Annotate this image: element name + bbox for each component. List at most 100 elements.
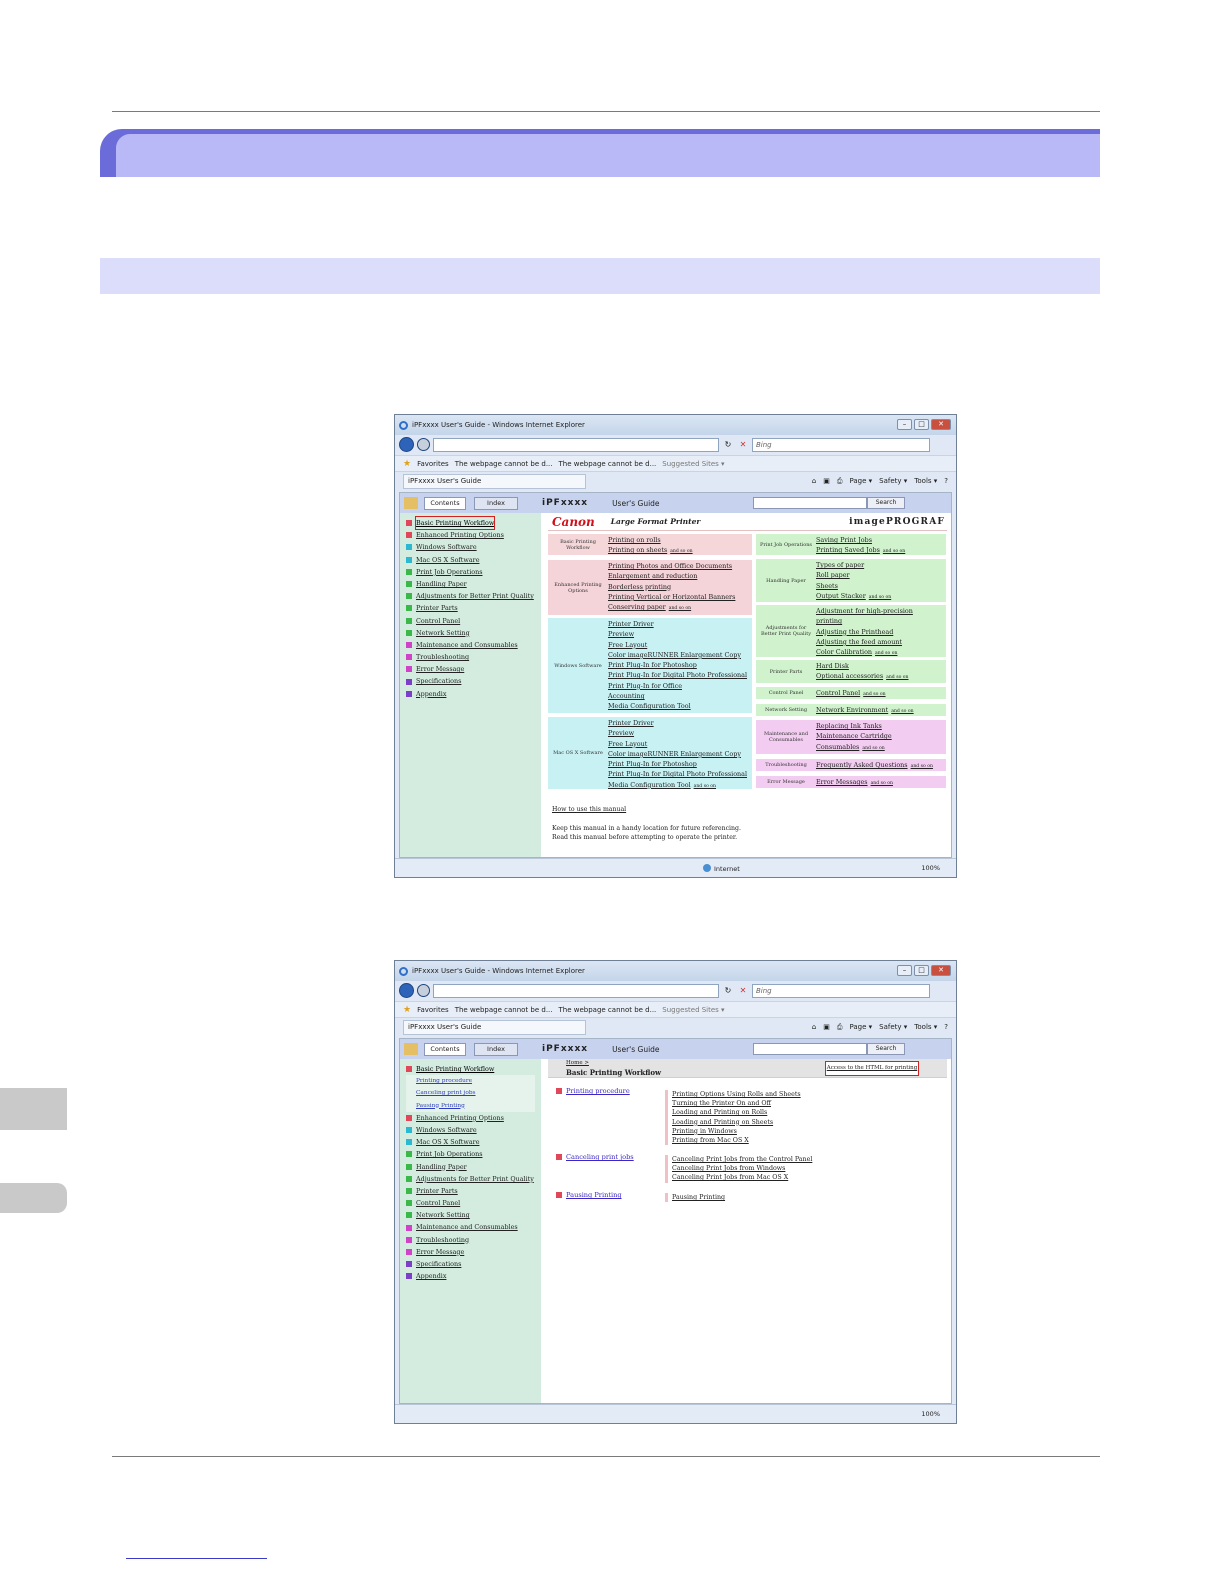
- nav-item[interactable]: Windows Software: [406, 1124, 541, 1136]
- print-icon[interactable]: ⎙: [837, 1023, 843, 1032]
- workflow-sublink[interactable]: Turning the Printer On and Off: [672, 1099, 801, 1108]
- category-link[interactable]: Roll paper: [816, 570, 946, 580]
- nav-sub-item[interactable]: Printing procedure: [406, 1075, 535, 1088]
- workflow-topic-link[interactable]: Canceling print jobs: [556, 1153, 634, 1161]
- nav-item[interactable]: Control Panel: [406, 1197, 541, 1209]
- favorites-star-icon[interactable]: ★: [403, 1005, 411, 1015]
- category-link[interactable]: Maintenance Cartridge: [816, 731, 946, 741]
- nav-item[interactable]: Enhanced Printing Options: [406, 1112, 541, 1124]
- nav-sub-item[interactable]: Canceling print jobs: [406, 1087, 535, 1100]
- tab-contents[interactable]: Contents: [424, 1042, 466, 1056]
- feeds-icon[interactable]: ▣: [823, 477, 830, 486]
- back-button[interactable]: [399, 983, 414, 998]
- guide-search-input[interactable]: [753, 497, 867, 509]
- stop-icon[interactable]: ✕: [737, 438, 749, 452]
- category-link[interactable]: Printing Photos and Office Documents: [608, 561, 752, 571]
- home-icon[interactable]: ⌂: [812, 477, 816, 486]
- suggested-sites[interactable]: Suggested Sites ▾: [662, 1006, 724, 1014]
- address-bar[interactable]: [433, 983, 719, 998]
- category-link[interactable]: Print Plug-In for Photoshop: [608, 759, 752, 769]
- favorite-link-1[interactable]: The webpage cannot be d...: [455, 1006, 553, 1014]
- category-link[interactable]: Printer Driver: [608, 718, 752, 728]
- category-link[interactable]: Printing on rolls: [608, 535, 752, 545]
- category-link[interactable]: Network Environment and so on: [816, 705, 946, 715]
- workflow-sublink[interactable]: Canceling Print Jobs from Mac OS X: [672, 1173, 812, 1182]
- search-input[interactable]: Bing: [752, 437, 930, 452]
- category-link[interactable]: Printer Driver: [608, 619, 752, 629]
- category-link[interactable]: Free Layout: [608, 739, 752, 749]
- category-link[interactable]: Replacing Ink Tanks: [816, 721, 946, 731]
- category-link[interactable]: Adjusting the Printhead: [816, 627, 946, 637]
- category-link[interactable]: Print Plug-In for Photoshop: [608, 660, 752, 670]
- favorites-star-icon[interactable]: ★: [403, 459, 411, 469]
- guide-search-button[interactable]: Search: [867, 497, 905, 509]
- guide-home-icon[interactable]: [404, 497, 418, 509]
- browser-tab[interactable]: iPFxxxx User's Guide: [403, 473, 586, 489]
- breadcrumb-home[interactable]: Home >: [566, 1060, 589, 1066]
- help-icon[interactable]: ?: [944, 477, 948, 486]
- category-link[interactable]: printing: [816, 616, 946, 626]
- category-link[interactable]: Control Panel and so on: [816, 688, 946, 698]
- category-link[interactable]: Optional accessories and so on: [816, 671, 946, 681]
- favorites-label[interactable]: Favorites: [417, 460, 449, 468]
- favorite-link-1[interactable]: The webpage cannot be d...: [455, 460, 553, 468]
- back-button[interactable]: [399, 437, 414, 452]
- category-link[interactable]: Saving Print Jobs: [816, 535, 946, 545]
- safety-menu[interactable]: Safety ▾: [879, 477, 907, 486]
- category-link[interactable]: Error Messages and so on: [816, 777, 946, 787]
- tab-index[interactable]: Index: [474, 1042, 518, 1056]
- category-link[interactable]: Sheets: [816, 581, 946, 591]
- category-link[interactable]: Conserving paper and so on: [608, 602, 752, 612]
- nav-item[interactable]: Specifications: [406, 675, 541, 687]
- category-link[interactable]: Frequently Asked Questions and so on: [816, 760, 946, 770]
- refresh-icon[interactable]: ↻: [722, 438, 734, 452]
- nav-item[interactable]: Network Setting: [406, 1209, 541, 1221]
- zoom-level[interactable]: 100%: [921, 864, 940, 872]
- favorite-link-2[interactable]: The webpage cannot be d...: [559, 1006, 657, 1014]
- browser-tab[interactable]: iPFxxxx User's Guide: [403, 1019, 586, 1035]
- search-input[interactable]: Bing: [752, 983, 930, 998]
- category-link[interactable]: Printing on sheets and so on: [608, 545, 752, 555]
- nav-item[interactable]: Adjustments for Better Print Quality: [406, 1173, 541, 1185]
- zoom-level[interactable]: 100%: [921, 1410, 940, 1418]
- workflow-topic-link[interactable]: Printing procedure: [556, 1087, 630, 1095]
- page-menu[interactable]: Page ▾: [849, 1023, 872, 1032]
- category-link[interactable]: Free Layout: [608, 640, 752, 650]
- maximize-icon[interactable]: □: [914, 419, 929, 430]
- guide-search-button[interactable]: Search: [867, 1043, 905, 1055]
- category-link[interactable]: Preview: [608, 629, 752, 639]
- minimize-icon[interactable]: –: [897, 419, 912, 430]
- page-menu[interactable]: Page ▾: [849, 477, 872, 486]
- nav-item[interactable]: Print Job Operations: [406, 1148, 541, 1160]
- nav-item[interactable]: Windows Software: [406, 541, 541, 553]
- category-link[interactable]: Print Plug-In for Digital Photo Professi…: [608, 670, 752, 680]
- help-icon[interactable]: ?: [944, 1023, 948, 1032]
- category-link[interactable]: Types of paper: [816, 560, 946, 570]
- nav-item[interactable]: Maintenance and Consumables: [406, 639, 541, 651]
- stop-icon[interactable]: ✕: [737, 984, 749, 998]
- nav-item[interactable]: Specifications: [406, 1258, 541, 1270]
- workflow-sublink[interactable]: Pausing Printing: [672, 1193, 725, 1202]
- category-link[interactable]: Adjusting the feed amount: [816, 637, 946, 647]
- workflow-topic-link[interactable]: Pausing Printing: [556, 1191, 622, 1199]
- workflow-sublink[interactable]: Printing Options Using Rolls and Sheets: [672, 1090, 801, 1099]
- favorites-label[interactable]: Favorites: [417, 1006, 449, 1014]
- category-link[interactable]: Borderless printing: [608, 582, 752, 592]
- category-link[interactable]: Color Calibration and so on: [816, 647, 946, 657]
- tools-menu[interactable]: Tools ▾: [914, 1023, 937, 1032]
- category-link[interactable]: Print Plug-In for Digital Photo Professi…: [608, 769, 752, 779]
- forward-button[interactable]: [417, 984, 430, 997]
- nav-item[interactable]: Mac OS X Software: [406, 554, 541, 566]
- close-icon[interactable]: ✕: [931, 965, 951, 976]
- nav-item[interactable]: Troubleshooting: [406, 1234, 541, 1246]
- nav-item[interactable]: Error Message: [406, 663, 541, 675]
- guide-search-input[interactable]: [753, 1043, 867, 1055]
- category-link[interactable]: Media Configuration Tool and so on: [608, 780, 752, 790]
- nav-item[interactable]: Print Job Operations: [406, 566, 541, 578]
- nav-item[interactable]: Appendix: [406, 688, 541, 700]
- how-to-use-link[interactable]: How to use this manual: [552, 805, 741, 814]
- nav-item[interactable]: Adjustments for Better Print Quality: [406, 590, 541, 602]
- category-link[interactable]: Accounting: [608, 691, 752, 701]
- category-link[interactable]: Printing Saved Jobs and so on: [816, 545, 946, 555]
- category-link[interactable]: Enlargement and reduction: [608, 571, 752, 581]
